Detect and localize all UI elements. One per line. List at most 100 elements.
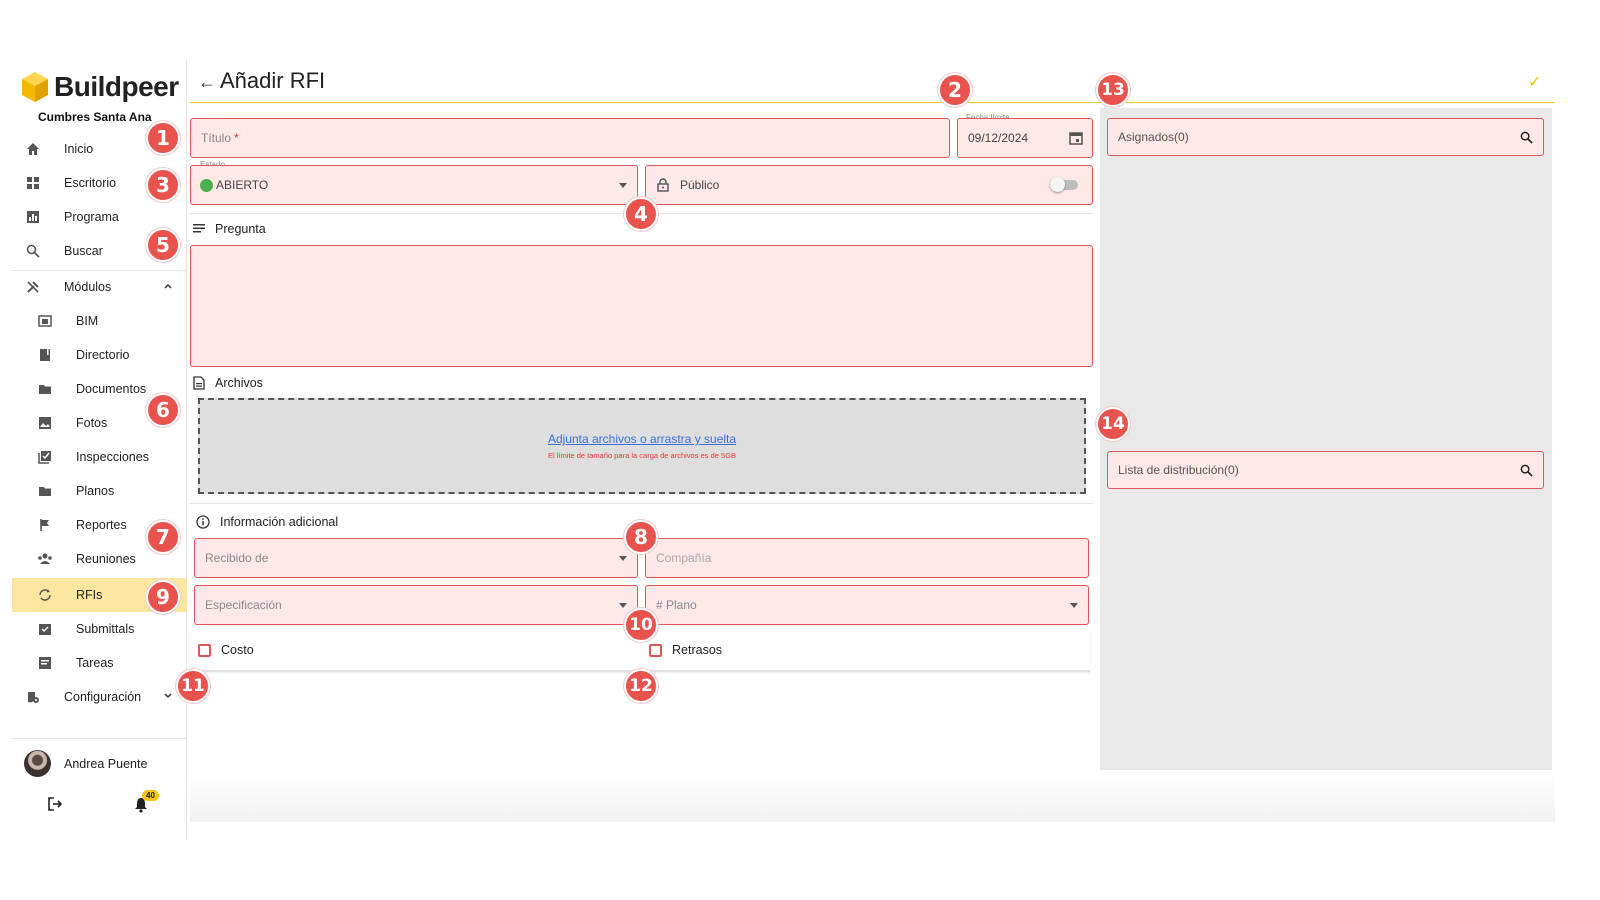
dropdown-arrow-icon [619,183,627,188]
fecha-limite-input[interactable]: 09/12/2024 [957,118,1093,158]
sidebar-item-planos[interactable]: Planos [12,474,187,508]
chevron-up-icon[interactable] [163,280,173,294]
search-icon[interactable] [1520,464,1533,480]
titulo-placeholder: Título [201,131,232,145]
plano-placeholder: # Plano [656,598,697,612]
map-folder-icon [36,482,54,500]
back-button[interactable]: ← [198,72,216,93]
annotation-marker-7: 7 [146,520,180,554]
plano-select[interactable]: # Plano [645,585,1089,625]
info-icon [196,515,210,529]
sidebar-item-label: Submittals [76,622,135,636]
sidebar-item-label: Documentos [76,382,147,396]
sidebar-item-label: Buscar [64,244,103,258]
sidebar-footer: 40 [12,790,187,820]
publico-toggle[interactable] [1050,177,1078,192]
annotation-marker-4: 4 [624,197,658,231]
compania-input[interactable]: Compañía [645,538,1089,578]
sidebar-item-submittals[interactable]: Submittals [12,612,187,646]
annotation-marker-12: 12 [624,669,658,703]
task-icon [36,654,54,672]
retrasos-label: Retrasos [672,643,723,657]
bim-icon [36,312,54,330]
search-icon[interactable] [1520,131,1533,147]
assignment-icon [36,620,54,638]
dashboard-icon [24,174,42,192]
section-divider [190,503,1093,504]
search-icon [24,242,42,260]
logout-icon[interactable] [47,796,63,817]
costo-checkbox[interactable]: Costo [198,643,254,657]
lock-icon [656,178,670,192]
annotation-marker-9: 9 [146,580,180,614]
retrasos-checkbox[interactable]: Retrasos [649,643,722,657]
sidebar-item-label: RFIs [76,588,103,602]
estado-select[interactable]: ABIERTO [190,165,638,205]
checkbox-box[interactable] [649,643,662,657]
footer-fade [190,770,1555,822]
sidebar-item-modulos[interactable]: Módulos [12,270,187,304]
save-check-button[interactable]: ✓ [1528,72,1541,92]
header-divider [190,102,1555,103]
estado-value: ABIERTO [216,178,269,192]
avatar [24,750,51,777]
user-name: Andrea Puente [64,756,148,771]
dropdown-arrow-icon [619,556,627,561]
sidebar-item-label: Escritorio [64,176,117,190]
recibido-placeholder: Recibido de [205,551,269,565]
recibido-de-select[interactable]: Recibido de [194,538,638,578]
chevron-down-icon[interactable] [163,690,173,704]
status-dot-icon [200,178,213,192]
chart-icon [24,208,42,226]
sidebar-item-directorio[interactable]: Directorio [12,338,187,372]
sidebar-item-bim[interactable]: BIM [12,304,187,338]
file-dropzone[interactable]: Adjunta archivos o arrastra y suelta El … [198,398,1086,494]
right-panel [1100,108,1552,770]
dropzone-link[interactable]: Adjunta archivos o arrastra y suelta [548,432,736,446]
publico-toggle-field[interactable]: Público [645,165,1093,205]
checklist-icon [36,448,54,466]
dropdown-arrow-icon [619,603,627,608]
sidebar-item-tareas[interactable]: Tareas [12,646,187,680]
annotation-marker-11: 11 [176,669,210,703]
annotation-marker-14: 14 [1096,407,1130,441]
annotation-marker-3: 3 [146,168,180,202]
folder-icon [36,380,54,398]
notification-badge: 40 [142,790,159,801]
asignados-search-field[interactable]: Asignados(0) [1107,118,1544,156]
sidebar-item-inspecciones[interactable]: Inspecciones [12,440,187,474]
info-section: Información adicional [196,515,338,529]
page-title: Añadir RFI [220,68,326,93]
settings-icon [24,688,42,706]
especificacion-select[interactable]: Especificación [194,585,638,625]
calendar-icon[interactable] [1069,131,1083,148]
compania-placeholder: Compañía [656,551,712,565]
annotation-marker-8: 8 [624,520,658,554]
app-window: Buildpeer Cumbres Santa Ana Inicio Escri… [0,0,1600,900]
sidebar-item-label: Configuración [64,690,142,704]
sidebar-item-configuracion[interactable]: Configuración [12,680,187,714]
dropdown-arrow-icon [1070,603,1078,608]
sidebar-item-label: Planos [76,484,115,498]
brand-name: Buildpeer [54,71,179,102]
annotation-marker-10: 10 [624,608,658,642]
asignados-label: Asignados(0) [1118,130,1189,144]
tools-icon [24,278,42,296]
pregunta-textarea[interactable] [190,245,1093,367]
distribucion-label: Lista de distribución(0) [1118,463,1239,477]
annotation-marker-13: 13 [1096,73,1130,107]
required-asterisk: * [234,131,239,145]
annotation-marker-2: 2 [938,73,972,107]
sidebar-item-label: Reuniones [76,552,136,566]
sidebar-item-label: Reportes [76,518,127,532]
sidebar-item-label: BIM [76,314,99,328]
dropzone-note: El límite de tamaño para la carga de arc… [547,451,737,460]
distribucion-search-field[interactable]: Lista de distribución(0) [1107,451,1544,489]
pregunta-section: Pregunta [193,222,266,236]
user-profile[interactable]: Andrea Puente [24,750,147,777]
checkbox-box[interactable] [198,643,211,657]
pregunta-label: Pregunta [215,222,266,236]
document-icon [193,376,205,390]
brand-logo[interactable]: Buildpeer [20,70,179,104]
titulo-input[interactable]: Título * [190,118,950,158]
